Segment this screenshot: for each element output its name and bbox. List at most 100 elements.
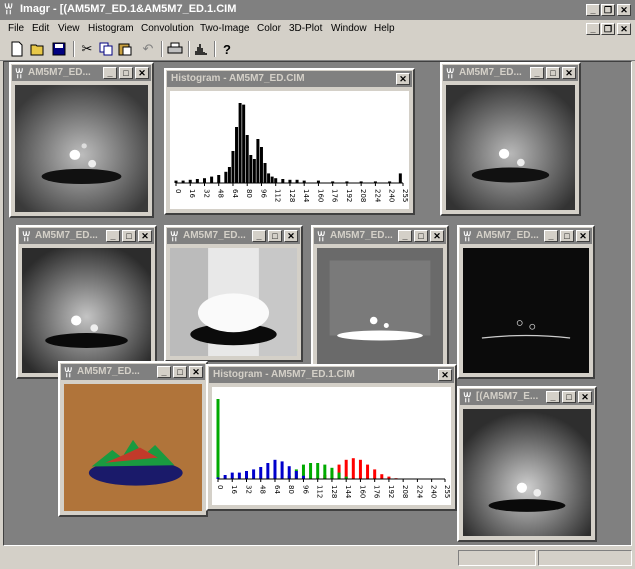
child-restore-button[interactable]: ❐ bbox=[601, 23, 615, 35]
close-button[interactable]: ✕ bbox=[189, 366, 203, 378]
window-titlebar[interactable]: ꀕ AM5M7_ED... _ □ ✕ bbox=[12, 65, 151, 81]
menu-color[interactable]: Color bbox=[257, 23, 281, 34]
menu-view[interactable]: View bbox=[58, 23, 80, 34]
x-tick-label: 64 bbox=[231, 189, 239, 198]
help-icon[interactable]: ? bbox=[218, 40, 236, 58]
menu-file[interactable]: File bbox=[8, 23, 24, 34]
image-canvas[interactable] bbox=[64, 384, 202, 511]
image-window[interactable]: ꀕ AM5M7_ED... _ □ ✕ bbox=[16, 225, 157, 379]
image-canvas[interactable] bbox=[170, 248, 297, 356]
window-titlebar[interactable]: ꀕ AM5M7_ED... _ □ ✕ bbox=[314, 228, 446, 244]
maximize-button[interactable]: □ bbox=[173, 366, 187, 378]
window-titlebar[interactable]: Histogram - AM5M7_ED.1.CIM ✕ bbox=[209, 367, 454, 383]
new-file-icon[interactable] bbox=[8, 40, 26, 58]
close-button[interactable]: ✕ bbox=[284, 230, 298, 242]
x-tick-label: 80 bbox=[245, 189, 253, 198]
menu-help[interactable]: Help bbox=[374, 23, 395, 34]
x-tick-label: 176 bbox=[331, 189, 339, 203]
histogram-window[interactable]: Histogram - AM5M7_ED.1.CIM ✕ 0 16 32 48 64 80… bbox=[206, 364, 457, 511]
image-window[interactable]: ꀕ AM5M7_ED... _ □ ✕ bbox=[457, 225, 595, 379]
child-minimize-button[interactable]: _ bbox=[586, 23, 600, 35]
app-titlebar: ꀕ Imagr - [(AM5M7_ED.1&AM5M7_ED.1.CIM _ … bbox=[0, 0, 635, 20]
x-tick-label: 96 bbox=[259, 189, 267, 198]
window-titlebar[interactable]: ꀕ AM5M7_ED... _ □ ✕ bbox=[61, 364, 205, 380]
window-titlebar[interactable]: ꀕ AM5M7_ED... _ □ ✕ bbox=[460, 228, 592, 244]
minimize-button[interactable]: _ bbox=[106, 230, 120, 242]
app-icon[interactable]: ꀕ bbox=[4, 3, 16, 17]
paste-icon[interactable] bbox=[116, 40, 134, 58]
window-title: AM5M7_ED... bbox=[35, 230, 98, 241]
mdi-workspace: ꀕ AM5M7_ED... _ □ ✕ Histogram - AM5M7_ED… bbox=[3, 61, 632, 546]
child-close-button[interactable]: ✕ bbox=[617, 23, 631, 35]
image-canvas[interactable] bbox=[463, 409, 591, 536]
close-button[interactable]: ✕ bbox=[562, 67, 576, 79]
close-button[interactable]: ✕ bbox=[430, 230, 444, 242]
minimize-button[interactable]: _ bbox=[530, 67, 544, 79]
histogram-plot: 0 16 32 48 64 80 96 112 128 144 160 176 192 208 224 240… bbox=[170, 91, 409, 209]
status-panel bbox=[538, 550, 632, 566]
close-button[interactable]: ✕ bbox=[576, 230, 590, 242]
window-titlebar[interactable]: ꀕ AM5M7_ED... _ □ ✕ bbox=[167, 228, 300, 244]
toolbar-separator bbox=[214, 41, 216, 57]
close-button[interactable]: ✕ bbox=[396, 73, 410, 85]
open-folder-icon[interactable] bbox=[29, 40, 47, 58]
maximize-button[interactable]: □ bbox=[122, 230, 136, 242]
x-tick-label: 32 bbox=[244, 485, 252, 494]
maximize-button[interactable]: □ bbox=[414, 230, 428, 242]
maximize-button[interactable]: □ bbox=[562, 391, 576, 403]
x-tick-label: 144 bbox=[344, 485, 352, 499]
image-window[interactable]: ꀕ [(AM5M7_E... _ □ ✕ bbox=[457, 386, 597, 542]
minimize-button[interactable]: _ bbox=[544, 230, 558, 242]
cut-icon[interactable]: ✂ bbox=[78, 40, 96, 58]
x-tick-label: 208 bbox=[401, 485, 409, 498]
copy-icon[interactable] bbox=[97, 40, 115, 58]
histogram-window[interactable]: Histogram - AM5M7_ED.CIM ✕ 0 16 32 48 64 80 96… bbox=[164, 68, 415, 215]
x-tick-label: 128 bbox=[288, 189, 296, 202]
status-bar bbox=[0, 548, 635, 569]
image-window[interactable]: ꀕ AM5M7_ED... _ □ ✕ bbox=[58, 361, 208, 517]
maximize-button[interactable]: □ bbox=[119, 67, 133, 79]
image-window[interactable]: ꀕ AM5M7_ED... _ □ ✕ bbox=[164, 225, 303, 362]
restore-button[interactable]: ❐ bbox=[601, 4, 615, 16]
maximize-button[interactable]: □ bbox=[546, 67, 560, 79]
image-window[interactable]: ꀕ AM5M7_ED... _ □ ✕ bbox=[440, 62, 581, 216]
histogram-icon[interactable] bbox=[193, 40, 211, 58]
histogram-chart: 0 16 32 48 64 80 96 112 128 144 160 176 192 208 224 240… bbox=[216, 399, 451, 499]
close-button[interactable]: ✕ bbox=[617, 4, 631, 16]
minimize-button[interactable]: _ bbox=[103, 67, 117, 79]
close-button[interactable]: ✕ bbox=[438, 369, 452, 381]
window-titlebar[interactable]: ꀕ [(AM5M7_E... _ □ ✕ bbox=[460, 389, 594, 405]
x-tick-label: 224 bbox=[373, 189, 381, 203]
image-window[interactable]: ꀕ AM5M7_ED... _ □ ✕ bbox=[9, 62, 154, 218]
maximize-button[interactable]: □ bbox=[268, 230, 282, 242]
minimize-button[interactable]: _ bbox=[157, 366, 171, 378]
undo-icon[interactable]: ↶ bbox=[139, 40, 157, 58]
close-button[interactable]: ✕ bbox=[138, 230, 152, 242]
menu-3d-plot[interactable]: 3D-Plot bbox=[289, 23, 322, 34]
menu-window[interactable]: Window bbox=[331, 23, 367, 34]
menu-edit[interactable]: Edit bbox=[32, 23, 49, 34]
minimize-button[interactable]: _ bbox=[586, 4, 600, 16]
close-button[interactable]: ✕ bbox=[578, 391, 592, 403]
x-tick-label: 255 bbox=[443, 485, 451, 498]
window-titlebar[interactable]: Histogram - AM5M7_ED.CIM ✕ bbox=[167, 71, 412, 87]
image-canvas[interactable] bbox=[317, 248, 443, 373]
image-canvas[interactable] bbox=[22, 248, 151, 373]
window-titlebar[interactable]: ꀕ AM5M7_ED... _ □ ✕ bbox=[19, 228, 154, 244]
image-canvas[interactable] bbox=[446, 85, 575, 210]
x-tick-label: 144 bbox=[302, 189, 310, 203]
close-button[interactable]: ✕ bbox=[135, 67, 149, 79]
minimize-button[interactable]: _ bbox=[398, 230, 412, 242]
print-icon[interactable] bbox=[166, 40, 184, 58]
window-titlebar[interactable]: ꀕ AM5M7_ED... _ □ ✕ bbox=[443, 65, 578, 81]
save-disk-icon[interactable] bbox=[50, 40, 68, 58]
minimize-button[interactable]: _ bbox=[546, 391, 560, 403]
image-canvas[interactable] bbox=[463, 248, 589, 373]
image-window[interactable]: ꀕ AM5M7_ED... _ □ ✕ bbox=[311, 225, 449, 379]
maximize-button[interactable]: □ bbox=[560, 230, 574, 242]
menu-two-image[interactable]: Two-Image bbox=[200, 23, 249, 34]
menu-convolution[interactable]: Convolution bbox=[141, 23, 194, 34]
menu-histogram[interactable]: Histogram bbox=[88, 23, 134, 34]
image-canvas[interactable] bbox=[15, 85, 148, 212]
minimize-button[interactable]: _ bbox=[252, 230, 266, 242]
